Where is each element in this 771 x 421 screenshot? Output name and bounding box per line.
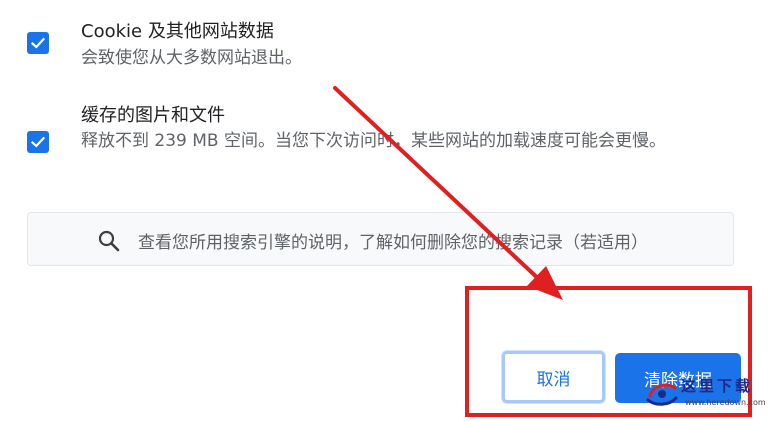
cache-checkbox[interactable]	[27, 131, 49, 153]
cookies-checkbox[interactable]	[27, 32, 49, 54]
watermark-logo-icon	[646, 383, 678, 406]
checkmark-icon	[30, 136, 46, 148]
checkmark-icon	[30, 37, 46, 49]
cookies-option-description: 会致使您从大多数网站退出。	[81, 48, 302, 68]
search-history-info-text: 查看您所用搜索引擎的说明，了解如何删除您的搜索记录（若适用）	[138, 233, 648, 253]
watermark-name: 这里下载	[681, 377, 754, 395]
watermark-url: www.heredown.com	[685, 398, 766, 407]
cache-option-description: 释放不到 239 MB 空间。当您下次访问时，某些网站的加载速度可能会更慢。	[81, 131, 666, 151]
search-icon	[98, 230, 120, 252]
cache-option-title: 缓存的图片和文件	[81, 105, 225, 126]
watermark: 这里下载 www.heredown.com	[643, 372, 766, 412]
clear-browsing-data-dialog: Cookie 及其他网站数据 会致使您从大多数网站退出。 缓存的图片和文件 释放…	[0, 0, 771, 421]
cookies-option-title: Cookie 及其他网站数据	[81, 21, 274, 42]
search-history-info: 查看您所用搜索引擎的说明，了解如何删除您的搜索记录（若适用）	[27, 212, 734, 266]
